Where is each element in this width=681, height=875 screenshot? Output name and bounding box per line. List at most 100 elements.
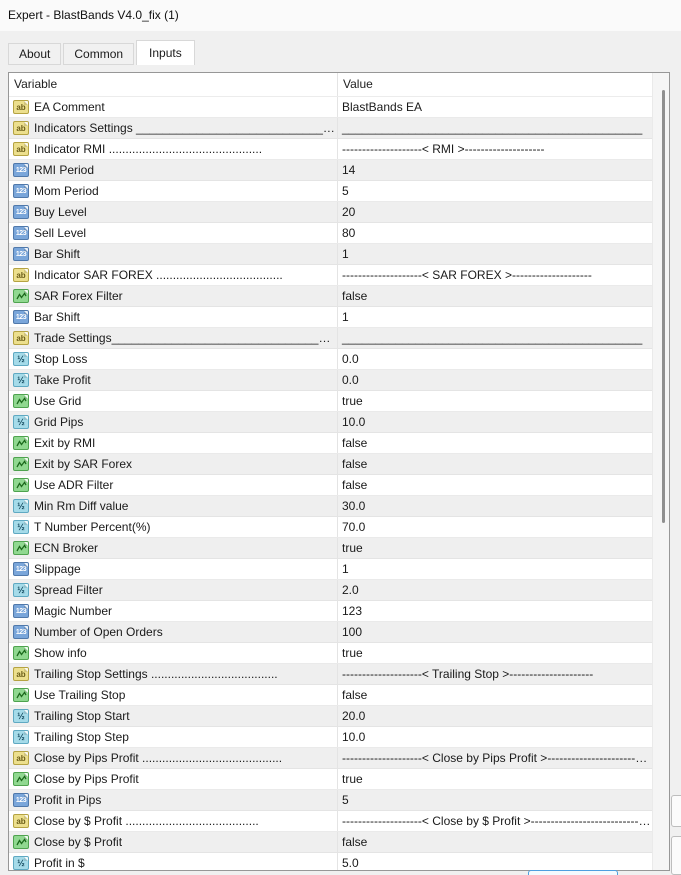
table-row[interactable]: 123 Mom Period 5 <box>9 181 652 202</box>
value-cell[interactable]: 100 <box>338 622 652 642</box>
variable-cell: ab EA Comment <box>9 97 338 117</box>
value-cell[interactable]: 20.0 <box>338 706 652 726</box>
value-cell[interactable]: 30.0 <box>338 496 652 516</box>
integer-type-icon: 123 <box>13 226 29 240</box>
variable-cell: ½ T Number Percent(%) <box>9 517 338 537</box>
value-cell[interactable]: 20 <box>338 202 652 222</box>
table-row[interactable]: Use Trailing Stop false <box>9 685 652 706</box>
table-row[interactable]: ab Close by Pips Profit ................… <box>9 748 652 769</box>
table-row[interactable]: 123 Profit in Pips 5 <box>9 790 652 811</box>
value-cell[interactable]: ________________________________________… <box>338 328 652 348</box>
variable-cell: 123 Bar Shift <box>9 307 338 327</box>
value-cell[interactable]: false <box>338 286 652 306</box>
table-row[interactable]: ab Trade Settings_______________________… <box>9 328 652 349</box>
variable-label: Profit in $ <box>34 856 85 870</box>
value-cell[interactable]: true <box>338 538 652 558</box>
table-row[interactable]: Use Grid true <box>9 391 652 412</box>
scrollbar-thumb[interactable] <box>662 90 665 523</box>
table-row[interactable]: 123 Bar Shift 1 <box>9 307 652 328</box>
table-row[interactable]: ½ Take Profit 0.0 <box>9 370 652 391</box>
table-row[interactable]: ½ T Number Percent(%) 70.0 <box>9 517 652 538</box>
table-row[interactable]: 123 RMI Period 14 <box>9 160 652 181</box>
variable-label: EA Comment <box>34 100 105 114</box>
value-cell[interactable]: 5 <box>338 181 652 201</box>
variable-label: Grid Pips <box>34 415 84 429</box>
value-cell[interactable]: true <box>338 769 652 789</box>
table-row[interactable]: Show info true <box>9 643 652 664</box>
value-cell[interactable]: 1 <box>338 307 652 327</box>
table-row[interactable]: ½ Trailing Stop Step 10.0 <box>9 727 652 748</box>
table-row[interactable]: ½ Trailing Stop Start 20.0 <box>9 706 652 727</box>
tab-about[interactable]: About <box>8 43 62 65</box>
value-cell[interactable]: BlastBands EA <box>338 97 652 117</box>
variable-cell: ½ Profit in $ <box>9 853 338 870</box>
table-row[interactable]: SAR Forex Filter false <box>9 286 652 307</box>
value-cell[interactable]: 14 <box>338 160 652 180</box>
value-cell[interactable]: 1 <box>338 244 652 264</box>
string-type-icon: ab <box>13 121 29 135</box>
value-cell[interactable]: false <box>338 454 652 474</box>
value-cell[interactable]: false <box>338 832 652 852</box>
table-row[interactable]: ½ Spread Filter 2.0 <box>9 580 652 601</box>
value-cell[interactable]: false <box>338 433 652 453</box>
value-cell[interactable]: true <box>338 391 652 411</box>
column-header-variable[interactable]: Variable <box>9 73 338 96</box>
table-row[interactable]: ab Indicator RMI .......................… <box>9 139 652 160</box>
table-row[interactable]: 123 Bar Shift 1 <box>9 244 652 265</box>
vertical-scrollbar[interactable] <box>652 73 669 870</box>
value-cell[interactable]: --------------------< SAR FOREX >-------… <box>338 265 652 285</box>
table-row[interactable]: Use ADR Filter false <box>9 475 652 496</box>
boolean-type-icon <box>13 688 29 702</box>
value-cell[interactable]: false <box>338 475 652 495</box>
value-cell[interactable]: --------------------< RMI >-------------… <box>338 139 652 159</box>
value-cell[interactable]: 80 <box>338 223 652 243</box>
window-title: Expert - BlastBands V4.0_fix (1) <box>8 8 179 22</box>
table-row[interactable]: ECN Broker true <box>9 538 652 559</box>
tab-common[interactable]: Common <box>63 43 135 65</box>
value-cell[interactable]: 0.0 <box>338 349 652 369</box>
value-cell[interactable]: 10.0 <box>338 727 652 747</box>
table-row[interactable]: ½ Grid Pips 10.0 <box>9 412 652 433</box>
table-row[interactable]: 123 Number of Open Orders 100 <box>9 622 652 643</box>
value-cell[interactable]: --------------------< Close by $ Profit … <box>338 811 652 831</box>
table-row[interactable]: 123 Magic Number 123 <box>9 601 652 622</box>
value-cell[interactable]: 10.0 <box>338 412 652 432</box>
variable-label: RMI Period <box>34 163 95 177</box>
variable-label: Slippage <box>34 562 81 576</box>
value-cell[interactable]: false <box>338 685 652 705</box>
table-row[interactable]: Close by Pips Profit true <box>9 769 652 790</box>
value-cell[interactable]: 5 <box>338 790 652 810</box>
value-cell[interactable]: 123 <box>338 601 652 621</box>
table-row[interactable]: ½ Profit in $ 5.0 <box>9 853 652 870</box>
value-cell[interactable]: 1 <box>338 559 652 579</box>
value-cell[interactable]: 5.0 <box>338 853 652 870</box>
table-row[interactable]: Exit by RMI false <box>9 433 652 454</box>
value-cell[interactable]: --------------------< Trailing Stop >---… <box>338 664 652 684</box>
variable-cell: Exit by RMI <box>9 433 338 453</box>
table-row[interactable]: ab EA Comment BlastBands EA <box>9 97 652 118</box>
table-row[interactable]: 123 Sell Level 80 <box>9 223 652 244</box>
table-row[interactable]: ab Close by $ Profit ...................… <box>9 811 652 832</box>
table-row[interactable]: 123 Buy Level 20 <box>9 202 652 223</box>
table-row[interactable]: ½ Stop Loss 0.0 <box>9 349 652 370</box>
table-row[interactable]: Close by $ Profit false <box>9 832 652 853</box>
value-cell[interactable]: 0.0 <box>338 370 652 390</box>
table-row[interactable]: Exit by SAR Forex false <box>9 454 652 475</box>
column-header-value[interactable]: Value <box>338 73 669 96</box>
value-cell[interactable]: true <box>338 643 652 663</box>
table-row[interactable]: 123 Slippage 1 <box>9 559 652 580</box>
side-button-partial[interactable] <box>671 836 681 875</box>
value-cell[interactable]: --------------------< Close by Pips Prof… <box>338 748 652 768</box>
side-button-partial[interactable] <box>671 795 681 827</box>
value-cell[interactable]: 2.0 <box>338 580 652 600</box>
table-row[interactable]: ab Indicators Settings _________________… <box>9 118 652 139</box>
variable-cell: Close by $ Profit <box>9 832 338 852</box>
table-row[interactable]: ½ Min Rm Diff value 30.0 <box>9 496 652 517</box>
ok-button-partial[interactable] <box>528 870 618 875</box>
value-cell[interactable]: 70.0 <box>338 517 652 537</box>
variable-label: ECN Broker <box>34 541 99 555</box>
value-cell[interactable]: ________________________________________… <box>338 118 652 138</box>
tab-inputs[interactable]: Inputs <box>136 40 195 65</box>
table-row[interactable]: ab Trailing Stop Settings ..............… <box>9 664 652 685</box>
table-row[interactable]: ab Indicator SAR FOREX .................… <box>9 265 652 286</box>
